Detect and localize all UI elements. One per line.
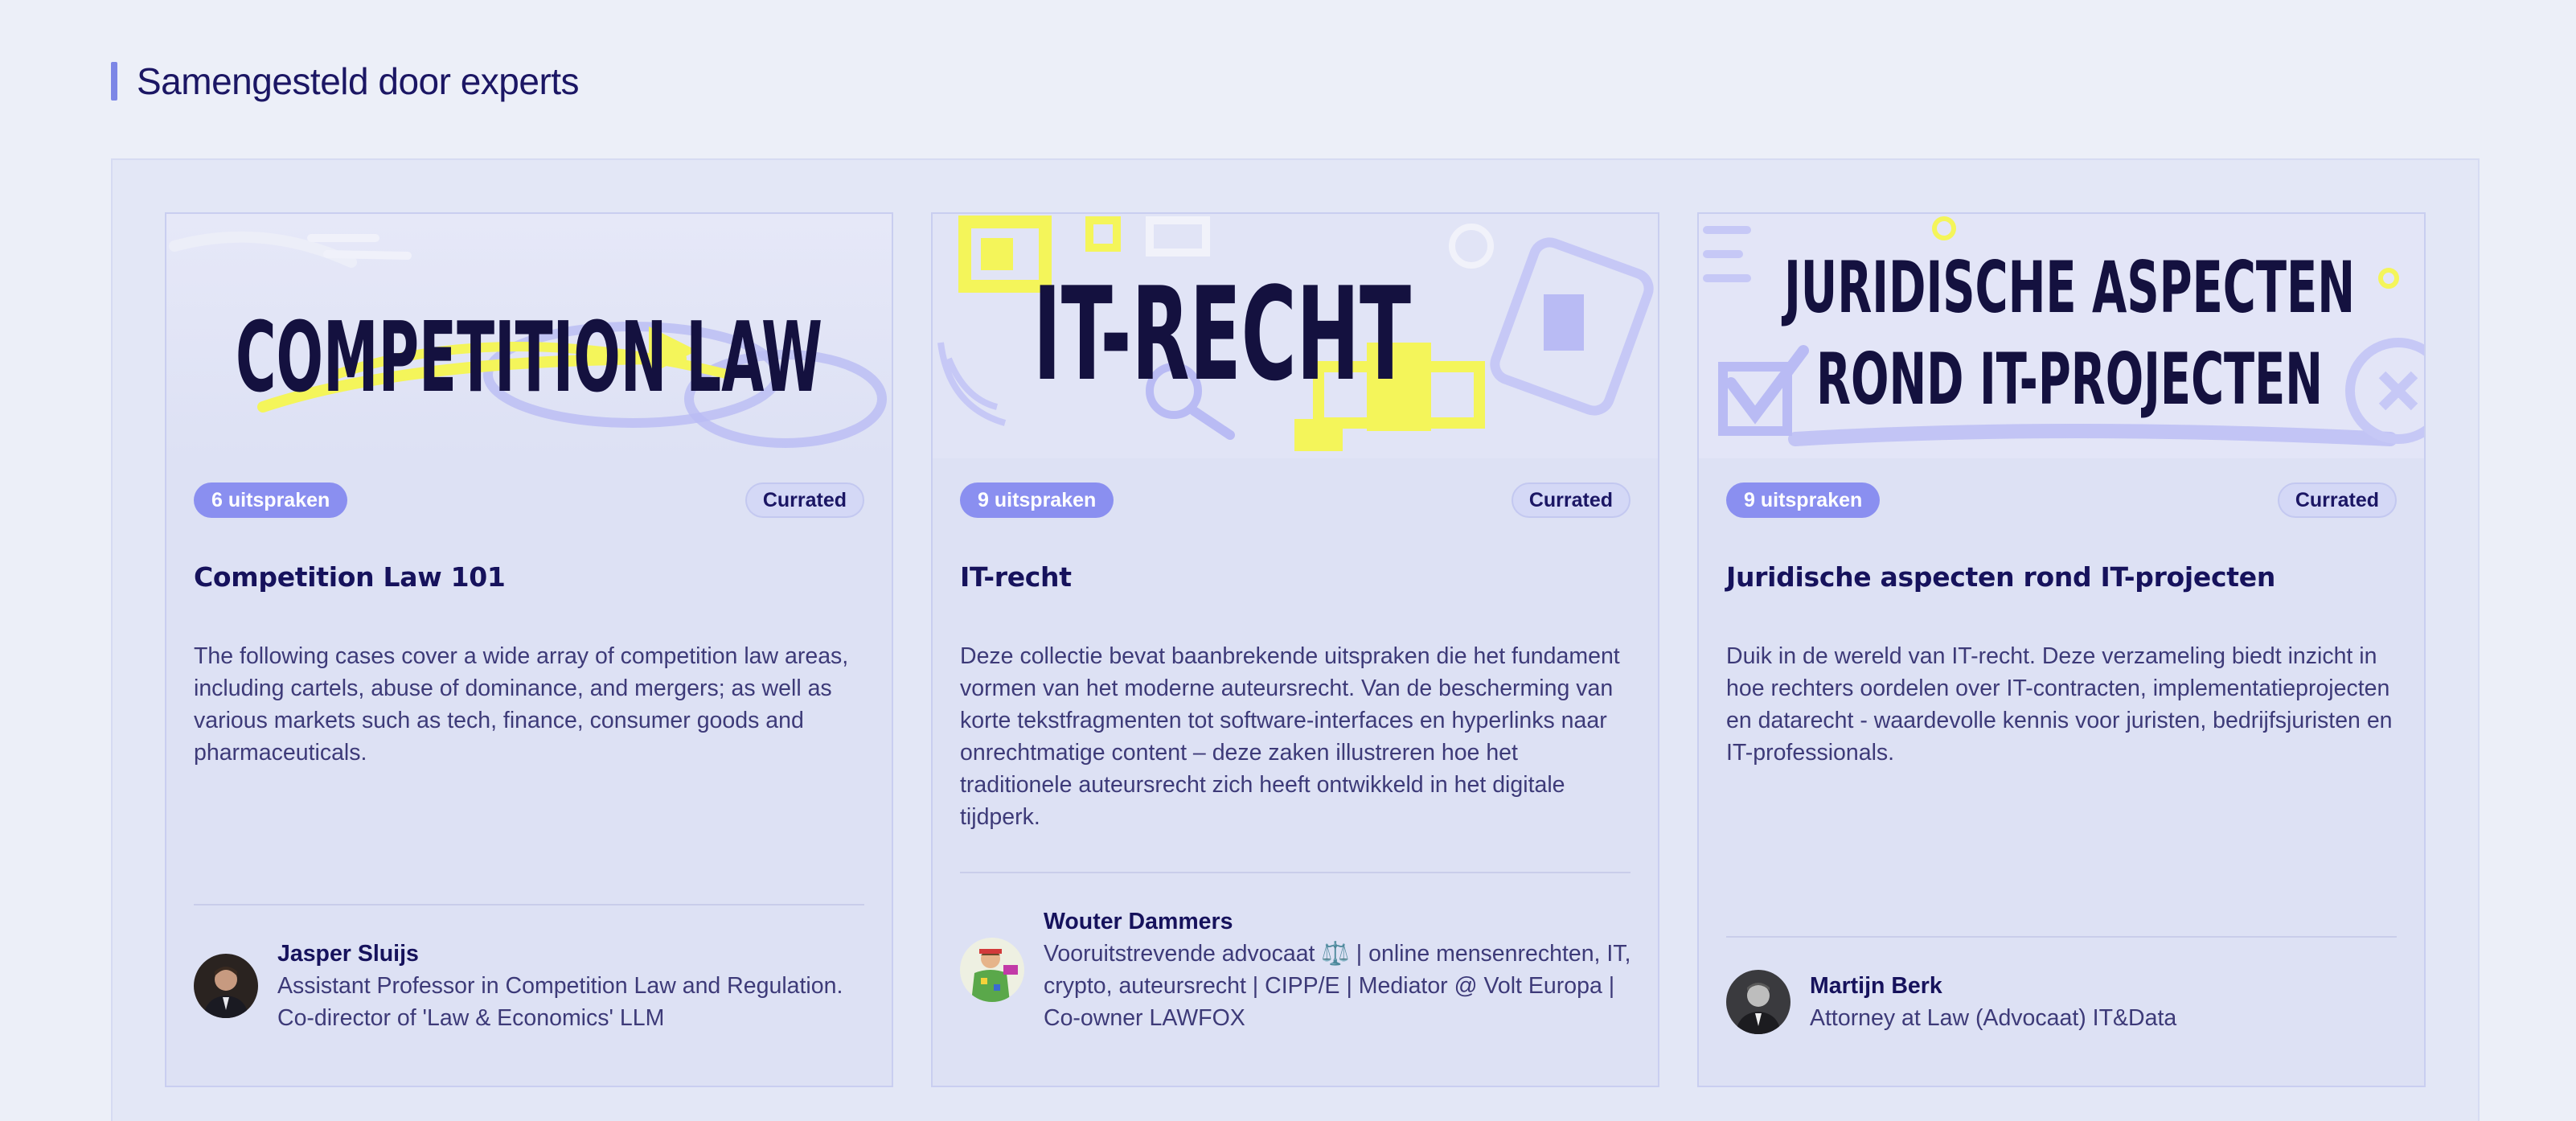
collection-card-competition-law[interactable]: COMPETITION LAW 6 uitspraken Currated Co… <box>165 212 893 1087</box>
svg-text:IT-RECHT: IT-RECHT <box>1033 259 1411 409</box>
author-block[interactable]: Wouter Dammers Vooruitstrevende advocaat… <box>960 905 1634 1034</box>
author-name: Wouter Dammers <box>1044 909 1233 934</box>
competition-law-doodle-icon: COMPETITION LAW <box>166 214 892 458</box>
author-role: Attorney at Law (Advocaat) IT&Data <box>1810 1005 2177 1031</box>
it-projecten-doodle-icon: JURIDISCHE ASPECTEN ROND IT-PROJECTEN <box>1699 214 2424 458</box>
curated-badge: Currated <box>2277 482 2397 518</box>
illustrated-avatar-icon <box>960 938 1024 1002</box>
case-count-badge: 9 uitspraken <box>1726 482 1881 518</box>
card-title[interactable]: IT-recht <box>960 561 1631 593</box>
banner-image: JURIDISCHE ASPECTEN ROND IT-PROJECTEN <box>1699 214 2424 458</box>
card-description: Duik in de wereld van IT-recht. Deze ver… <box>1726 643 2393 766</box>
curated-badge: Currated <box>744 482 864 518</box>
collection-card-it-recht[interactable]: IT-RECHT 9 uitspraken Currated IT-recht … <box>931 212 1659 1087</box>
person-photo-icon <box>194 954 258 1018</box>
curated-badge: Currated <box>1511 482 1631 518</box>
banner-image: COMPETITION LAW <box>166 214 892 458</box>
section-header: Samengesteld door experts <box>111 60 580 102</box>
card-title[interactable]: Competition Law 101 <box>194 561 864 593</box>
author-role: Assistant Professor in Competition Law a… <box>277 973 843 1031</box>
author-block[interactable]: Jasper Sluijs Assistant Professor in Com… <box>194 938 868 1034</box>
svg-text:ROND IT-PROJECTEN: ROND IT-PROJECTEN <box>1816 338 2323 421</box>
collection-card-it-projecten[interactable]: JURIDISCHE ASPECTEN ROND IT-PROJECTEN 9 … <box>1697 212 2426 1087</box>
banner-image: IT-RECHT <box>933 214 1658 458</box>
card-divider <box>194 904 864 905</box>
card-divider <box>1726 936 2397 938</box>
card-description: Deze collectie bevat baanbrekende uitspr… <box>960 643 1620 830</box>
author-role: Vooruitstrevende advocaat ⚖️ | online me… <box>1044 941 1631 1031</box>
svg-text:JURIDISCHE ASPECTEN: JURIDISCHE ASPECTEN <box>1781 246 2355 329</box>
author-name: Martijn Berk <box>1810 973 1942 999</box>
card-title[interactable]: Juridische aspecten rond IT-projecten <box>1726 561 2397 593</box>
it-recht-doodle-icon: IT-RECHT <box>933 214 1658 458</box>
person-photo-icon <box>1726 970 1790 1034</box>
case-count-badge: 6 uitspraken <box>194 482 348 518</box>
case-count-badge: 9 uitspraken <box>960 482 1114 518</box>
author-avatar <box>194 954 258 1018</box>
author-avatar <box>960 938 1024 1002</box>
card-description: The following cases cover a wide array o… <box>194 643 849 766</box>
section-accent-bar <box>111 62 117 101</box>
section-title: Samengesteld door experts <box>137 60 580 102</box>
card-divider <box>960 872 1631 873</box>
author-avatar <box>1726 970 1790 1034</box>
svg-text:COMPETITION LAW: COMPETITION LAW <box>236 302 822 414</box>
author-block[interactable]: Martijn Berk Attorney at Law (Advocaat) … <box>1726 970 2400 1034</box>
author-name: Jasper Sluijs <box>277 941 419 967</box>
